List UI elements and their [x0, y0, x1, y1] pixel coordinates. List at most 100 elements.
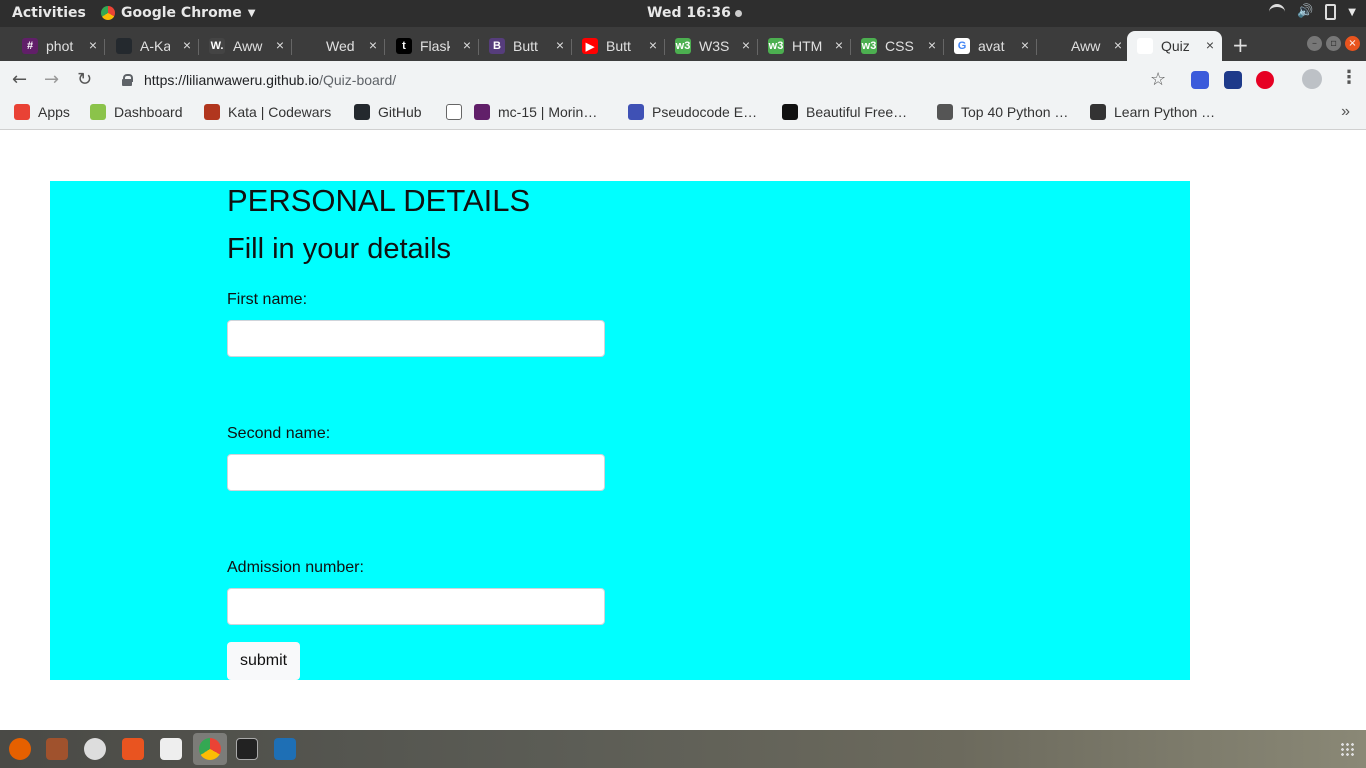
tab-8[interactable]: w3 HTM × — [758, 31, 851, 61]
tab-close-icon[interactable]: × — [742, 37, 750, 53]
bookmark-item[interactable]: Learn Python … — [1090, 104, 1215, 120]
first-name-label: First name: — [227, 291, 308, 308]
tab-0[interactable]: # phot × — [12, 31, 105, 61]
back-button[interactable]: ← — [12, 69, 27, 90]
tab-close-icon[interactable]: × — [649, 37, 657, 53]
tab-6[interactable]: ▶ Butt × — [572, 31, 665, 61]
reload-button[interactable]: ↻ — [77, 69, 92, 90]
tab-title: Aww — [233, 38, 263, 54]
bookmark-item[interactable]: mc-15 | Morin… — [474, 104, 597, 120]
bookmark-label: Top 40 Python … — [961, 104, 1069, 120]
bookmarks-bar: » Apps Dashboard Kata | Codewars GitHub mc-1… — [0, 99, 1366, 130]
submit-button[interactable]: submit — [227, 642, 300, 680]
bookmark-favicon-icon — [937, 104, 953, 120]
tab-separator — [104, 39, 105, 55]
bookmark-label: Learn Python … — [1114, 104, 1216, 120]
bookmark-label: Kata | Codewars — [228, 104, 332, 120]
tab-favicon-icon — [116, 38, 132, 54]
tab-close-icon[interactable]: × — [183, 37, 191, 53]
clock[interactable]: Wed 16:36 — [647, 5, 742, 21]
forward-button[interactable]: → — [44, 69, 59, 90]
bookmark-item[interactable] — [446, 104, 470, 120]
page-subtitle: Fill in your details — [227, 233, 452, 265]
bookmark-item[interactable]: Pseudocode E… — [628, 104, 757, 120]
files-icon[interactable] — [46, 738, 68, 760]
tab-5[interactable]: B Butt × — [479, 31, 572, 61]
tab-12[interactable]: Quiz × — [1127, 31, 1222, 61]
bookmark-item[interactable]: GitHub — [354, 104, 422, 120]
tab-close-icon[interactable]: × — [928, 37, 936, 53]
bookmark-item[interactable]: Kata | Codewars — [204, 104, 331, 120]
extension-icon[interactable] — [1224, 71, 1242, 89]
software-center-icon[interactable] — [122, 738, 144, 760]
profile-avatar-icon[interactable] — [1302, 69, 1322, 89]
tab-close-icon[interactable]: × — [835, 37, 843, 53]
bookmark-item[interactable]: Apps — [14, 104, 70, 120]
tab-title: A-Ka — [140, 38, 170, 54]
page-title: PERSONAL DETAILS — [227, 183, 531, 218]
bookmark-star-icon[interactable]: ☆ — [1150, 69, 1166, 90]
tab-title: CSS — [885, 38, 914, 54]
vscode-icon[interactable] — [274, 738, 296, 760]
rhythmbox-icon[interactable] — [84, 738, 106, 760]
new-tab-button[interactable]: + — [1232, 33, 1249, 57]
tab-favicon-icon: G — [954, 38, 970, 54]
tab-title: avat — [978, 38, 1005, 54]
tab-favicon-icon — [1137, 38, 1153, 54]
show-apps-icon[interactable] — [1340, 742, 1354, 756]
maximize-button[interactable]: ▫ — [1326, 36, 1341, 51]
opera-extension-icon[interactable] — [1256, 71, 1274, 89]
bookmark-label: Pseudocode E… — [652, 104, 758, 120]
bookmark-favicon-icon — [204, 104, 220, 120]
tab-11[interactable]: Aww × — [1037, 31, 1130, 61]
tab-close-icon[interactable]: × — [276, 37, 284, 53]
app-menu[interactable]: Google Chrome ▼ — [101, 5, 255, 21]
bookmark-item[interactable]: Dashboard — [90, 104, 183, 120]
tab-close-icon[interactable]: × — [1021, 37, 1029, 53]
admission-number-input[interactable] — [227, 588, 605, 625]
minimize-button[interactable]: – — [1307, 36, 1322, 51]
tab-7[interactable]: w3 W3S × — [665, 31, 758, 61]
chrome-icon[interactable] — [199, 738, 221, 760]
bookmark-favicon-icon — [90, 104, 106, 120]
activities-button[interactable]: Activities — [12, 5, 86, 21]
tab-title: Quiz — [1161, 38, 1190, 54]
tab-favicon-icon: t — [396, 38, 412, 54]
document-viewer-icon[interactable] — [160, 738, 182, 760]
bookmark-item[interactable]: Beautiful Free… — [782, 104, 907, 120]
chrome-menu-icon[interactable]: ⋮ — [1340, 67, 1358, 88]
tab-2[interactable]: W. Aww × — [199, 31, 292, 61]
tab-4[interactable]: t Flask × — [386, 31, 479, 61]
system-tray[interactable]: 🔊 ▼ — [1269, 4, 1356, 20]
tab-close-icon[interactable]: × — [556, 37, 564, 53]
tab-close-icon[interactable]: × — [369, 37, 377, 53]
page-viewport: PERSONAL DETAILS Fill in your details Fi… — [0, 131, 1366, 730]
bookmark-favicon-icon — [14, 104, 30, 120]
close-window-button[interactable]: × — [1345, 36, 1360, 51]
extension-puzzle-icon[interactable] — [1191, 71, 1209, 89]
lock-icon[interactable] — [122, 74, 133, 86]
battery-icon — [1325, 4, 1337, 20]
admission-number-label: Admission number: — [227, 559, 364, 576]
second-name-input[interactable] — [227, 454, 605, 491]
address-bar[interactable]: https://lilianwaweru.github.io/Quiz-boar… — [108, 65, 1178, 95]
terminal-icon[interactable] — [236, 738, 258, 760]
firefox-icon[interactable] — [9, 738, 31, 760]
tab-3[interactable]: Wed × — [292, 31, 385, 61]
notification-dot-icon — [734, 9, 742, 17]
bookmark-item[interactable]: Top 40 Python … — [937, 104, 1068, 120]
tab-1[interactable]: A-Ka × — [106, 31, 199, 61]
tab-close-icon[interactable]: × — [89, 37, 97, 53]
tab-title: phot — [46, 38, 74, 54]
tab-close-icon[interactable]: × — [463, 37, 471, 53]
tab-close-icon[interactable]: × — [1206, 37, 1214, 53]
more-bookmarks-icon[interactable]: » — [1341, 103, 1350, 121]
details-panel: PERSONAL DETAILS Fill in your details Fi… — [50, 181, 1190, 680]
tab-favicon-icon — [302, 38, 318, 54]
tab-title: Aww — [1071, 38, 1101, 54]
tab-10[interactable]: Gavat × — [944, 31, 1037, 61]
tab-strip: # phot × A-Ka × W. Aww × Wed × t Flask × B Butt × ▶ Butt ×… — [0, 27, 1366, 61]
tab-9[interactable]: w3 CSS × — [851, 31, 944, 61]
first-name-input[interactable] — [227, 320, 605, 357]
tab-close-icon[interactable]: × — [1114, 37, 1122, 53]
